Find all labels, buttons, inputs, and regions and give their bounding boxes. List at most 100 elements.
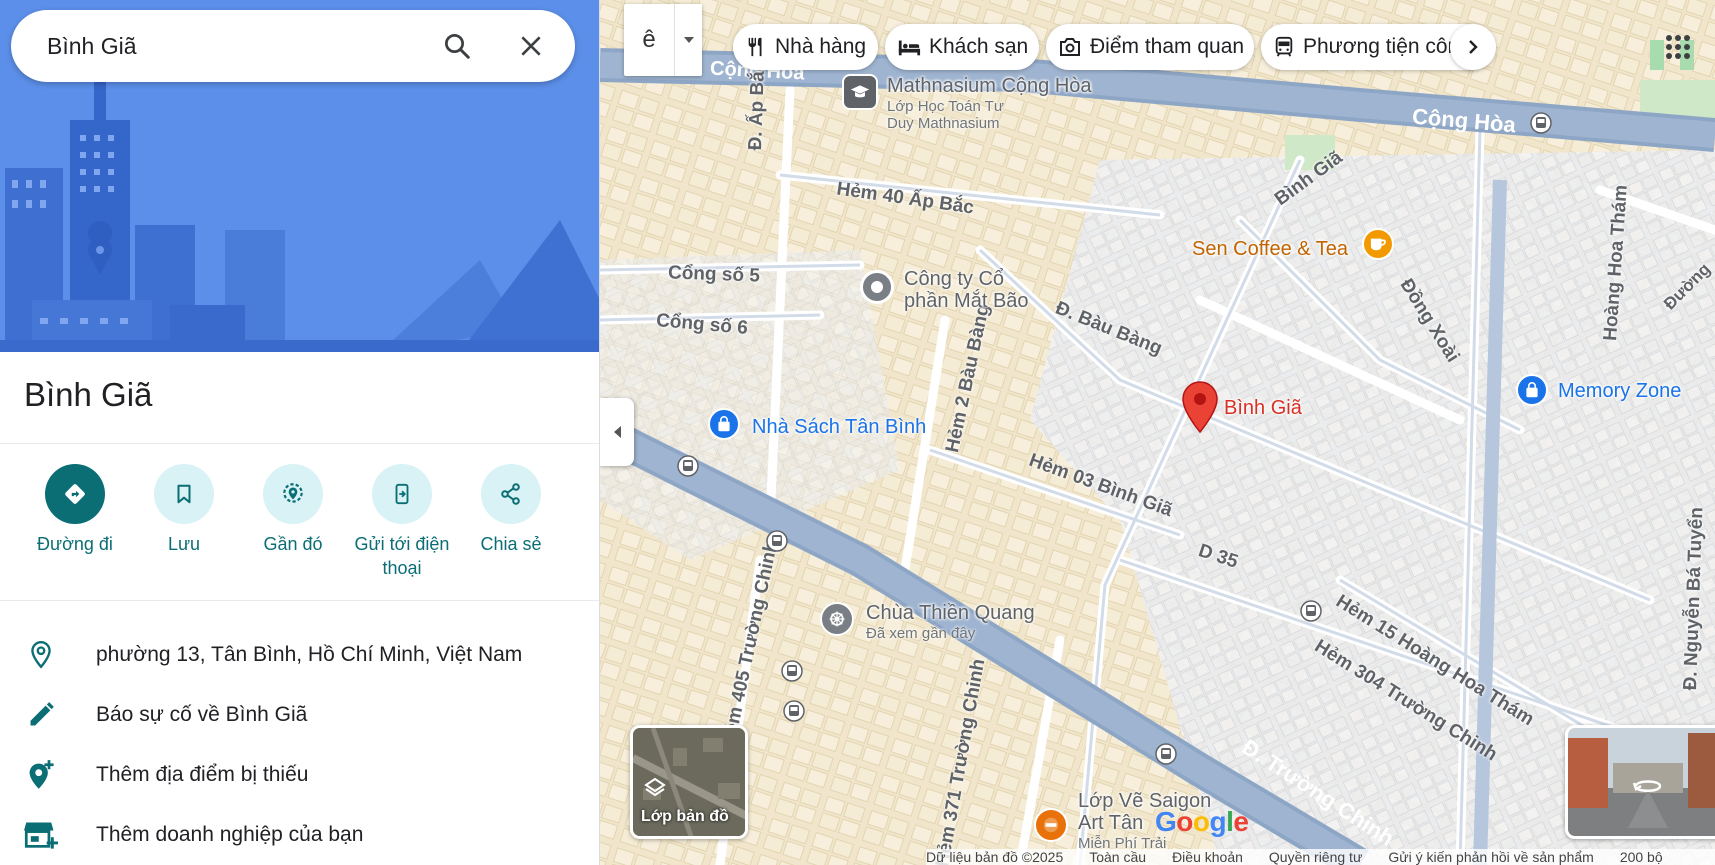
add-missing-place-row[interactable]: Thêm địa điểm bị thiếu xyxy=(0,746,599,802)
add-business-row[interactable]: Thêm doanh nghiệp của bạn xyxy=(0,806,599,862)
poi-chua-subtitle: Đã xem gần đây xyxy=(866,625,976,642)
rotate-360-icon xyxy=(1632,780,1662,792)
caret-down-icon xyxy=(683,37,694,43)
bus-stop-marker[interactable] xyxy=(677,455,699,482)
poi-chua-thien-quang[interactable]: Chùa Thiền Quang xyxy=(866,602,1035,625)
dot-icon xyxy=(871,281,883,293)
feedback-link[interactable]: Gửi ý kiến phản hồi về sản phẩm xyxy=(1388,849,1594,865)
save-label: Lưu xyxy=(167,534,201,554)
nearby-button[interactable]: Gần đó xyxy=(238,458,348,556)
send-to-phone-button[interactable]: Gửi tới điện thoại xyxy=(347,458,457,580)
poi-sen-coffee[interactable]: Sen Coffee & Tea xyxy=(1192,238,1348,261)
input-tool-button[interactable]: ê xyxy=(624,4,674,76)
layers-label: Lớp bản đồ xyxy=(641,808,729,825)
cafe-marker[interactable] xyxy=(1362,228,1394,260)
restaurant-icon xyxy=(748,37,762,57)
map-canvas[interactable]: ê Nhà hàng Khách sạn Điểm tham quan Phươ… xyxy=(600,0,1715,865)
share-button[interactable]: Chia sẻ xyxy=(456,458,566,556)
shopping-bag-icon xyxy=(718,416,730,432)
chip-hotels[interactable]: Khách sạn xyxy=(885,24,1039,70)
street-label-cong-so-5: Cổng số 5 xyxy=(667,262,761,287)
input-tool-dropdown[interactable] xyxy=(674,4,702,76)
directions-circle xyxy=(45,464,105,524)
clear-search-button[interactable] xyxy=(513,28,549,64)
address-row[interactable]: phường 13, Tân Bình, Hồ Chí Minh, Việt N… xyxy=(0,626,599,682)
chip-attractions[interactable]: Điểm tham quan xyxy=(1046,24,1254,70)
school-icon xyxy=(850,85,870,98)
send-to-phone-label: Gửi tới điện thoại xyxy=(354,534,450,578)
add-missing-place-text: Thêm địa điểm bị thiếu xyxy=(96,763,309,786)
art-school-marker[interactable] xyxy=(1034,808,1068,842)
transit-icon xyxy=(1275,36,1293,57)
phone-send-icon xyxy=(395,483,409,505)
bus-stop-icon xyxy=(677,455,699,477)
poi-nha-sach-tan-binh[interactable]: Nhà Sách Tân Bình xyxy=(752,416,926,439)
bus-stop-icon xyxy=(783,700,805,722)
chips-scroll-right-button[interactable] xyxy=(1450,24,1496,70)
bus-stop-icon xyxy=(1530,112,1552,134)
scale-label[interactable]: 200 bộ xyxy=(1620,849,1663,865)
poi-mat-bao[interactable]: Công ty Cổ xyxy=(904,268,1004,291)
shopping-marker[interactable] xyxy=(1516,374,1548,406)
bus-stop-marker[interactable] xyxy=(1530,112,1552,139)
add-business-text: Thêm doanh nghiệp của bạn xyxy=(96,823,364,846)
search-box xyxy=(11,10,575,82)
temple-marker[interactable] xyxy=(820,602,854,636)
send-to-phone-circle xyxy=(372,464,432,524)
nearby-circle xyxy=(263,464,323,524)
bus-stop-icon xyxy=(766,530,788,552)
share-circle xyxy=(481,464,541,524)
search-icon xyxy=(445,34,470,59)
map-data-attribution: Dữ liệu bản đồ ©2025 xyxy=(926,849,1064,865)
google-apps-button[interactable] xyxy=(1655,24,1701,70)
report-issue-row[interactable]: Báo sự cố về Bình Giã xyxy=(0,686,599,742)
report-issue-text: Báo sự cố về Bình Giã xyxy=(96,703,308,726)
poi-lop-ve[interactable]: Art Tân xyxy=(1078,812,1143,835)
terms-link[interactable]: Điều khoản xyxy=(1172,849,1243,865)
maps-app: Bình Giã Đường đi Lưu Gần đó xyxy=(0,0,1715,865)
apps-grid-icon xyxy=(1666,35,1690,59)
map-layers-button[interactable]: Lớp bản đồ xyxy=(630,725,748,839)
poi-memory-zone[interactable]: Memory Zone xyxy=(1558,380,1681,403)
company-marker[interactable] xyxy=(860,270,894,304)
privacy-link[interactable]: Quyền riêng tư xyxy=(1269,849,1362,865)
action-bar: Đường đi Lưu Gần đó Gửi tới điện thoại C… xyxy=(0,458,599,588)
street-view-button[interactable] xyxy=(1565,725,1715,839)
place-panel: Bình Giã Đường đi Lưu Gần đó xyxy=(0,0,600,865)
location-pin-icon xyxy=(24,638,58,672)
save-button[interactable]: Lưu xyxy=(129,458,239,556)
coffee-icon xyxy=(1370,238,1386,251)
bus-stop-icon xyxy=(781,660,803,682)
divider xyxy=(0,443,599,444)
address-text: phường 13, Tân Bình, Hồ Chí Minh, Việt N… xyxy=(96,643,523,666)
directions-icon xyxy=(65,484,85,504)
input-tools: ê xyxy=(624,4,702,76)
poi-mathnasium-subtitle: Lớp Học Toán Tư xyxy=(887,98,1004,115)
chip-hotels-label: Khách sạn xyxy=(929,35,1029,58)
poi-binh-gia-label[interactable]: Bình Giã xyxy=(1224,397,1302,420)
art-logo-icon xyxy=(1043,817,1059,833)
bus-stop-marker[interactable] xyxy=(781,660,803,687)
bus-stop-icon xyxy=(1300,600,1322,622)
selected-place-pin[interactable] xyxy=(1180,380,1220,436)
bus-stop-marker[interactable] xyxy=(1300,600,1322,627)
bus-stop-icon xyxy=(1155,743,1177,765)
bus-stop-marker[interactable] xyxy=(1155,743,1177,770)
poi-mathnasium[interactable]: Mathnasium Cộng Hòa xyxy=(887,75,1092,98)
poi-mat-bao[interactable]: phần Mắt Bão xyxy=(904,290,1029,313)
collapse-panel-button[interactable] xyxy=(600,398,634,466)
bus-stop-marker[interactable] xyxy=(783,700,805,727)
global-link[interactable]: Toàn cầu xyxy=(1089,849,1146,865)
bus-stop-marker[interactable] xyxy=(766,530,788,557)
search-button[interactable] xyxy=(439,28,475,64)
camera-icon xyxy=(1060,38,1080,56)
add-business-icon xyxy=(24,818,58,852)
street-label-ap-bac: Đ. Ấp Bắc xyxy=(745,60,770,151)
chip-restaurants[interactable]: Nhà hàng xyxy=(733,24,878,70)
search-input[interactable] xyxy=(47,32,407,60)
school-marker[interactable] xyxy=(842,74,878,110)
directions-button[interactable]: Đường đi xyxy=(20,458,130,556)
divider xyxy=(0,600,599,601)
shopping-marker[interactable] xyxy=(708,408,740,440)
nearby-icon xyxy=(283,483,303,503)
